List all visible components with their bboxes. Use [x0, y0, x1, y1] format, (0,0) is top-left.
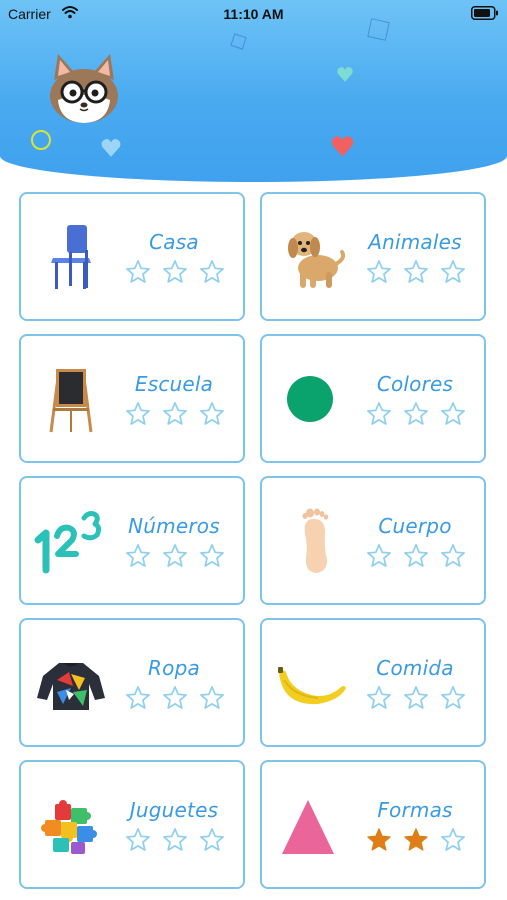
star-rating	[125, 826, 225, 854]
pink-triangle-icon	[282, 800, 334, 854]
star-empty-icon	[367, 260, 391, 283]
star-rating	[366, 400, 466, 428]
category-title: Casa	[149, 230, 199, 254]
star-empty-icon	[441, 260, 465, 283]
category-card-juguetes[interactable]: Juguetes	[19, 760, 245, 889]
star-empty-icon	[126, 828, 150, 851]
category-card-ropa[interactable]: Ropa	[19, 618, 245, 747]
star-rating	[366, 684, 466, 712]
numbers-icon	[34, 511, 102, 574]
star-empty-icon	[200, 828, 224, 851]
star-empty-icon	[367, 402, 391, 425]
puppy-icon	[288, 232, 346, 288]
star-rating	[125, 400, 225, 428]
category-title: Escuela	[134, 372, 214, 396]
star-rating	[366, 542, 466, 570]
star-empty-icon	[126, 544, 150, 567]
star-filled-icon	[404, 828, 428, 851]
sweater-icon	[37, 663, 105, 710]
star-empty-icon	[441, 402, 465, 425]
category-title: Comida	[376, 656, 454, 680]
star-empty-icon	[367, 544, 391, 567]
star-empty-icon	[441, 686, 465, 709]
category-card-comida[interactable]: Comida	[260, 618, 486, 747]
star-filled-icon	[367, 828, 391, 851]
category-card-numeros[interactable]: Números	[19, 476, 245, 605]
category-card-escuela[interactable]: Escuela	[19, 334, 245, 463]
star-rating	[366, 258, 466, 286]
star-empty-icon	[163, 260, 187, 283]
category-grid: Casa Animales Escuela Colores Números Cu…	[0, 0, 507, 900]
star-empty-icon	[441, 544, 465, 567]
star-empty-icon	[163, 686, 187, 709]
chalkboard-easel-icon	[49, 369, 93, 433]
star-empty-icon	[200, 402, 224, 425]
category-title: Números	[128, 514, 220, 538]
category-card-formas[interactable]: Formas	[260, 760, 486, 889]
star-empty-icon	[126, 260, 150, 283]
category-card-animales[interactable]: Animales	[260, 192, 486, 321]
category-title: Formas	[377, 798, 453, 822]
star-empty-icon	[163, 828, 187, 851]
category-title: Cuerpo	[378, 514, 452, 538]
star-empty-icon	[163, 402, 187, 425]
star-rating	[366, 826, 466, 854]
star-empty-icon	[404, 686, 428, 709]
category-card-colores[interactable]: Colores	[260, 334, 486, 463]
star-empty-icon	[126, 686, 150, 709]
star-rating	[125, 684, 225, 712]
star-empty-icon	[163, 544, 187, 567]
star-empty-icon	[126, 402, 150, 425]
chair-icon	[51, 225, 91, 289]
category-card-cuerpo[interactable]: Cuerpo	[260, 476, 486, 605]
star-empty-icon	[441, 828, 465, 851]
category-title: Colores	[376, 372, 454, 396]
category-title: Ropa	[148, 656, 200, 680]
category-title: Juguetes	[129, 798, 219, 822]
foot-icon	[302, 508, 329, 573]
star-empty-icon	[404, 402, 428, 425]
star-empty-icon	[404, 544, 428, 567]
star-empty-icon	[200, 686, 224, 709]
green-circle-icon	[287, 376, 333, 422]
star-empty-icon	[200, 260, 224, 283]
star-empty-icon	[367, 686, 391, 709]
banana-icon	[278, 667, 346, 705]
star-empty-icon	[200, 544, 224, 567]
star-rating	[125, 542, 225, 570]
category-title: Animales	[368, 230, 462, 254]
star-empty-icon	[404, 260, 428, 283]
puzzle-pieces-icon	[41, 800, 97, 854]
category-card-casa[interactable]: Casa	[19, 192, 245, 321]
star-rating	[125, 258, 225, 286]
